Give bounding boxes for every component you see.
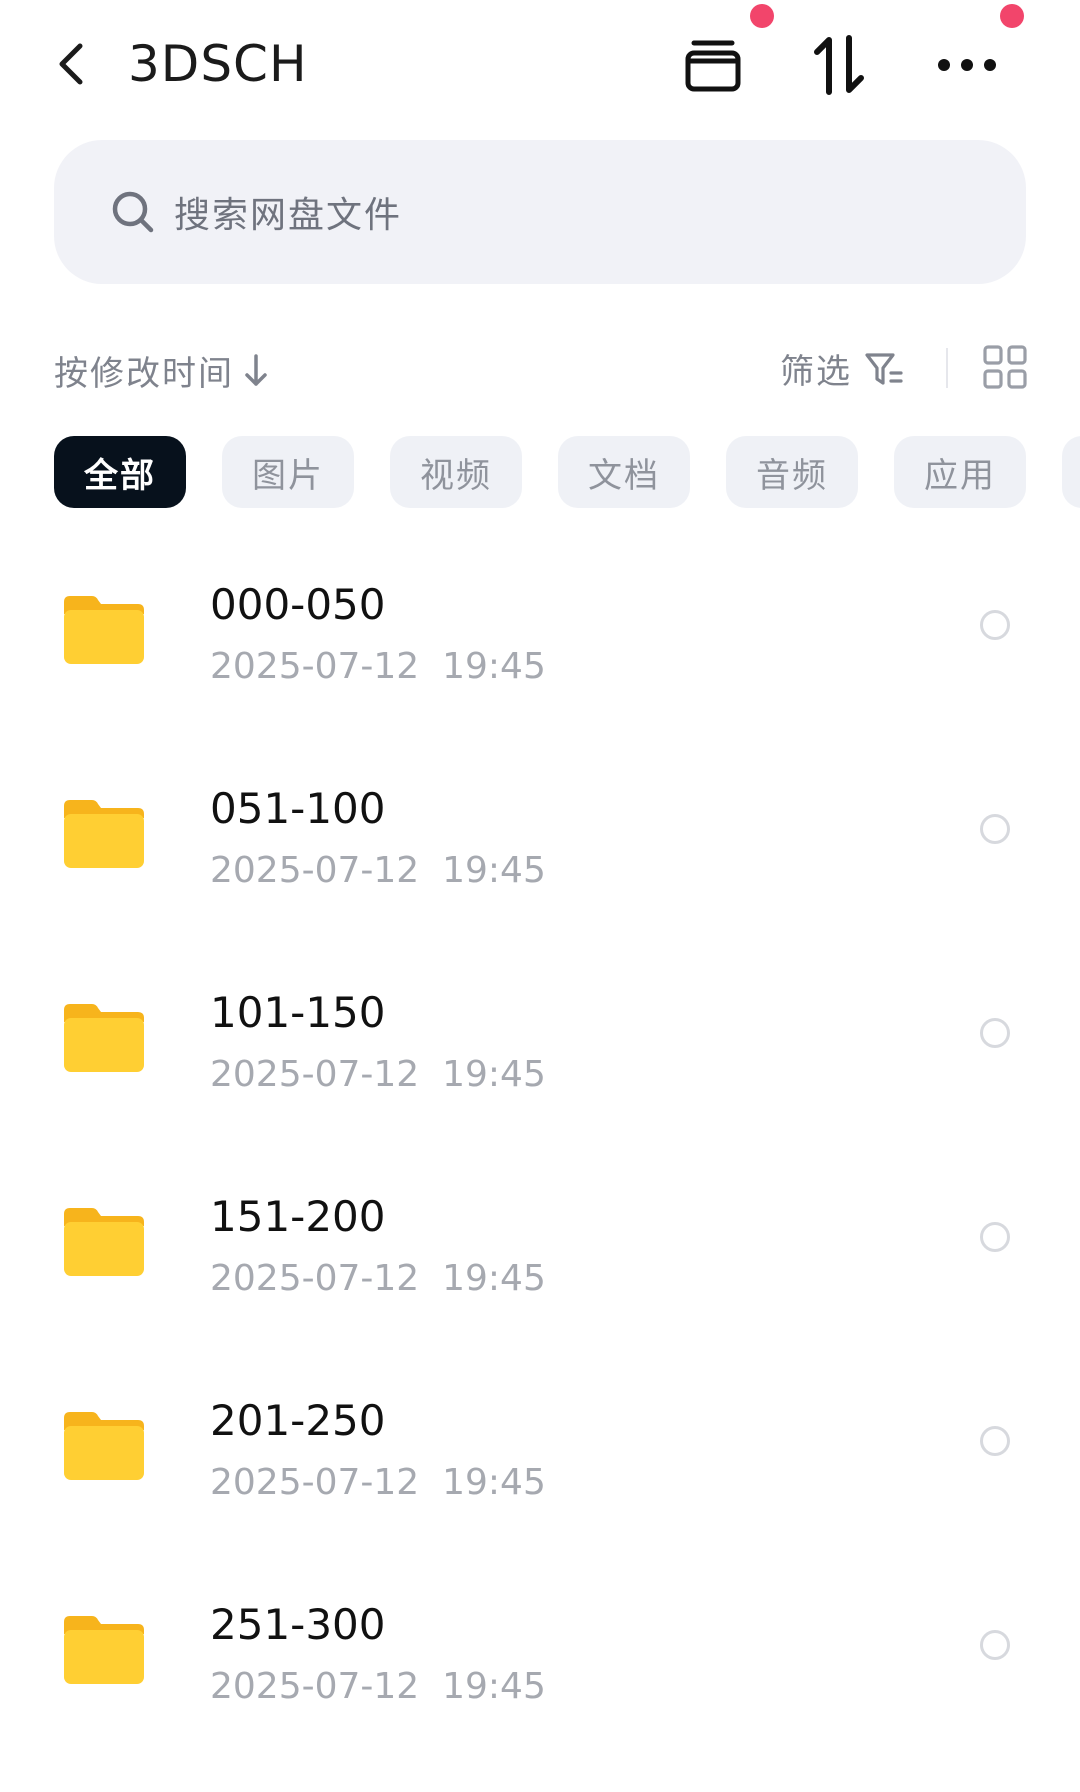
more-button[interactable] bbox=[932, 30, 1002, 100]
filter-button[interactable]: 筛选 bbox=[780, 344, 904, 393]
toolbar-divider bbox=[946, 348, 948, 388]
select-checkbox[interactable] bbox=[980, 1018, 1010, 1048]
sort-filter-bar: 按修改时间 筛选 bbox=[0, 338, 1080, 398]
more-horizontal-icon bbox=[938, 59, 996, 71]
file-modified-time: 2025-07-12 19:45 bbox=[210, 1666, 546, 1707]
chip-audio[interactable]: 音频 bbox=[726, 436, 858, 508]
list-item[interactable]: 051-100 2025-07-12 19:45 bbox=[0, 764, 1080, 968]
chip-label: 图片 bbox=[252, 455, 324, 496]
top-app-bar: 3DSCH bbox=[0, 0, 1080, 130]
chip-apps[interactable]: 应用 bbox=[894, 436, 1026, 508]
sort-by-modified-button[interactable]: 按修改时间 bbox=[54, 346, 270, 395]
folder-icon bbox=[64, 800, 144, 868]
list-item[interactable]: 000-050 2025-07-12 19:45 bbox=[0, 560, 1080, 764]
sort-up-down-icon bbox=[814, 35, 864, 95]
chip-videos[interactable]: 视频 bbox=[390, 436, 522, 508]
file-modified-time: 2025-07-12 19:45 bbox=[210, 1258, 546, 1299]
view-mode-toggle[interactable] bbox=[982, 344, 1028, 390]
file-name: 201-250 bbox=[210, 1396, 386, 1445]
select-checkbox[interactable] bbox=[980, 1630, 1010, 1660]
grid-view-icon bbox=[983, 345, 1027, 389]
file-name: 000-050 bbox=[210, 580, 386, 629]
folder-icon bbox=[64, 596, 144, 664]
list-item[interactable]: 101-150 2025-07-12 19:45 bbox=[0, 968, 1080, 1172]
back-button[interactable] bbox=[46, 36, 96, 92]
select-checkbox[interactable] bbox=[980, 1222, 1010, 1252]
file-name: 251-300 bbox=[210, 1600, 386, 1649]
sort-order-button[interactable] bbox=[804, 30, 874, 100]
search-placeholder: 搜索网盘文件 bbox=[174, 195, 403, 236]
folder-title: 3DSCH bbox=[128, 35, 308, 93]
select-checkbox[interactable] bbox=[980, 610, 1010, 640]
chip-label: 文档 bbox=[588, 455, 660, 496]
more-notification-dot bbox=[1000, 4, 1024, 28]
folder-icon bbox=[64, 1004, 144, 1072]
chip-more-partial[interactable] bbox=[1062, 436, 1080, 508]
file-name: 051-100 bbox=[210, 784, 386, 833]
arrow-down-icon bbox=[242, 353, 270, 389]
file-modified-time: 2025-07-12 19:45 bbox=[210, 850, 546, 891]
archive-notification-dot bbox=[750, 4, 774, 28]
file-modified-time: 2025-07-12 19:45 bbox=[210, 1462, 546, 1503]
search-input[interactable]: 搜索网盘文件 bbox=[54, 140, 1026, 284]
chip-documents[interactable]: 文档 bbox=[558, 436, 690, 508]
chip-label: 应用 bbox=[924, 455, 996, 496]
file-name: 151-200 bbox=[210, 1192, 386, 1241]
folder-icon bbox=[64, 1208, 144, 1276]
chevron-left-icon bbox=[59, 43, 83, 85]
list-item[interactable]: 251-300 2025-07-12 19:45 bbox=[0, 1580, 1080, 1784]
chip-images[interactable]: 图片 bbox=[222, 436, 354, 508]
chip-label: 视频 bbox=[420, 455, 492, 496]
chip-label: 音频 bbox=[756, 455, 828, 496]
chip-all[interactable]: 全部 bbox=[54, 436, 186, 508]
sort-label: 按修改时间 bbox=[54, 354, 234, 394]
file-name: 101-150 bbox=[210, 988, 386, 1037]
archive-button[interactable] bbox=[678, 30, 748, 100]
folder-icon bbox=[64, 1412, 144, 1480]
category-chips: 全部 图片 视频 文档 音频 应用 bbox=[0, 436, 1080, 512]
filter-label: 筛选 bbox=[780, 352, 852, 392]
chip-label: 全部 bbox=[84, 455, 156, 496]
archive-box-icon bbox=[685, 40, 741, 92]
select-checkbox[interactable] bbox=[980, 814, 1010, 844]
file-modified-time: 2025-07-12 19:45 bbox=[210, 1054, 546, 1095]
filter-icon bbox=[864, 349, 904, 389]
file-modified-time: 2025-07-12 19:45 bbox=[210, 646, 546, 687]
search-icon bbox=[110, 189, 156, 235]
folder-icon bbox=[64, 1616, 144, 1684]
list-item[interactable]: 201-250 2025-07-12 19:45 bbox=[0, 1376, 1080, 1580]
list-item[interactable]: 151-200 2025-07-12 19:45 bbox=[0, 1172, 1080, 1376]
select-checkbox[interactable] bbox=[980, 1426, 1010, 1456]
